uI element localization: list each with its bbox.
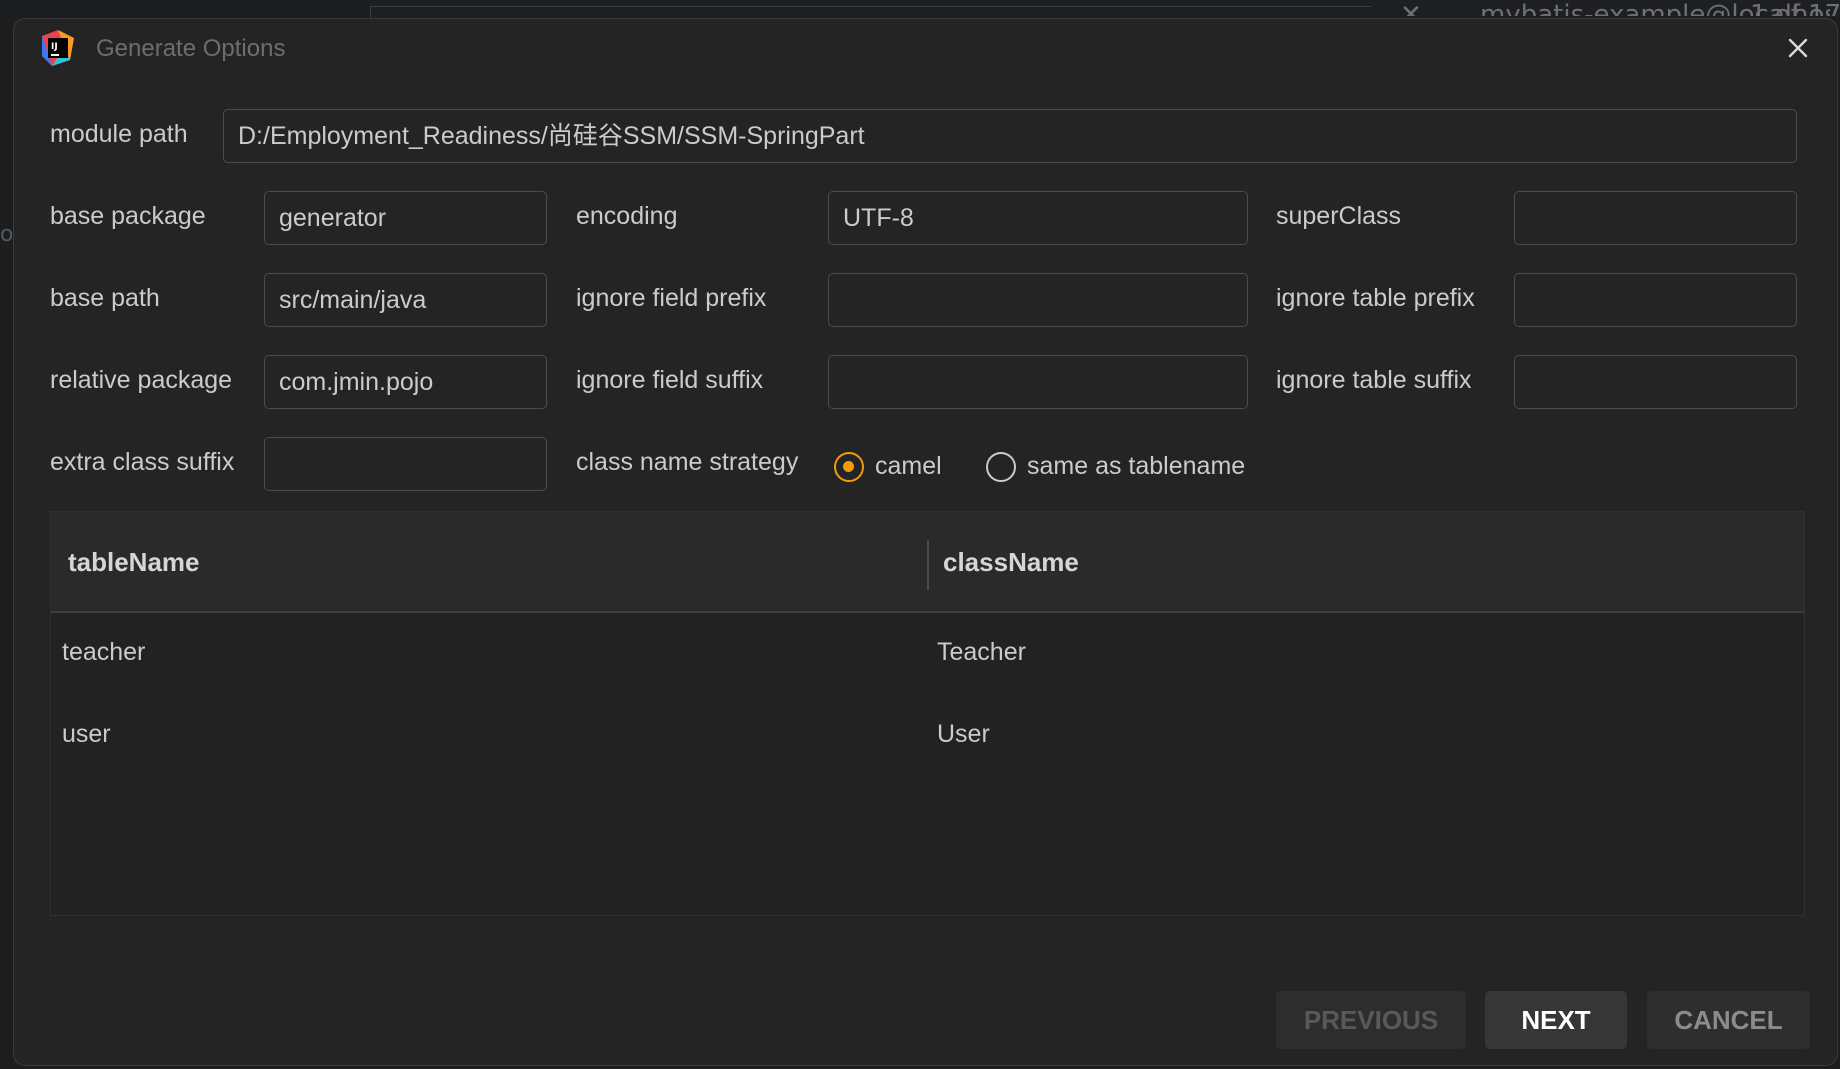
ignore-field-suffix-field[interactable]: [828, 355, 1248, 409]
previous-button[interactable]: PREVIOUS: [1276, 991, 1466, 1049]
camel-radio[interactable]: [834, 452, 864, 482]
column-header-classname[interactable]: className: [943, 544, 1079, 580]
relative-package-label: relative package: [50, 366, 233, 394]
table-row[interactable]: teacher Teacher: [51, 613, 1804, 695]
extra-class-suffix-label: extra class suffix: [50, 448, 235, 476]
table-cell-classname[interactable]: User: [937, 717, 990, 751]
dialog-title: Generate Options: [96, 35, 286, 62]
superclass-field[interactable]: [1514, 191, 1797, 245]
column-header-tablename[interactable]: tableName: [68, 544, 200, 580]
base-package-label: base package: [50, 202, 206, 230]
ignore-table-suffix-field[interactable]: [1514, 355, 1797, 409]
superclass-label: superClass: [1276, 202, 1402, 230]
encoding-field[interactable]: UTF-8: [828, 191, 1248, 245]
ignore-field-prefix-label: ignore field prefix: [576, 284, 767, 312]
table-cell-tablename: teacher: [62, 638, 146, 666]
intellij-logo-icon: IJ: [42, 30, 74, 66]
background-close-icon: ✕: [1400, 0, 1422, 16]
table-cell-classname[interactable]: Teacher: [937, 635, 1026, 669]
cancel-button[interactable]: CANCEL: [1647, 991, 1810, 1049]
encoding-label: encoding: [576, 202, 678, 230]
same-as-tablename-radio[interactable]: [986, 452, 1016, 482]
base-path-label: base path: [50, 284, 160, 312]
table-row[interactable]: user User: [51, 695, 1804, 777]
relative-package-field[interactable]: com.jmin.pojo: [264, 355, 547, 409]
background-left-text: ol: [0, 222, 12, 247]
next-button[interactable]: NEXT: [1485, 991, 1627, 1049]
table-mapping-grid: tableName className teacher Teacher user…: [50, 511, 1805, 916]
generate-options-dialog: IJ Generate Options module path D:/Emplo…: [13, 18, 1838, 1066]
ignore-field-prefix-field[interactable]: [828, 273, 1248, 327]
module-path-label: module path: [50, 120, 188, 148]
table-header: tableName className: [51, 512, 1804, 613]
same-as-tablename-radio-label[interactable]: same as tablename: [1027, 449, 1245, 483]
module-path-field[interactable]: D:/Employment_Readiness/尚硅谷SSM/SSM-Sprin…: [223, 109, 1797, 163]
ignore-table-prefix-field[interactable]: [1514, 273, 1797, 327]
camel-radio-label[interactable]: camel: [875, 449, 942, 483]
close-icon[interactable]: [1781, 31, 1815, 65]
ignore-field-suffix-label: ignore field suffix: [576, 366, 764, 394]
base-package-field[interactable]: generator: [264, 191, 547, 245]
base-path-field[interactable]: src/main/java: [264, 273, 547, 327]
column-resize-handle[interactable]: [927, 540, 929, 590]
table-cell-tablename: user: [62, 720, 111, 748]
ignore-table-suffix-label: ignore table suffix: [1276, 366, 1472, 394]
extra-class-suffix-field[interactable]: [264, 437, 547, 491]
class-name-strategy-label: class name strategy: [576, 448, 799, 476]
dialog-titlebar: IJ Generate Options: [14, 19, 1837, 79]
background-match-counter: 1 of 17: [1750, 0, 1840, 16]
svg-text:IJ: IJ: [51, 42, 58, 52]
ignore-table-prefix-label: ignore table prefix: [1276, 284, 1475, 312]
